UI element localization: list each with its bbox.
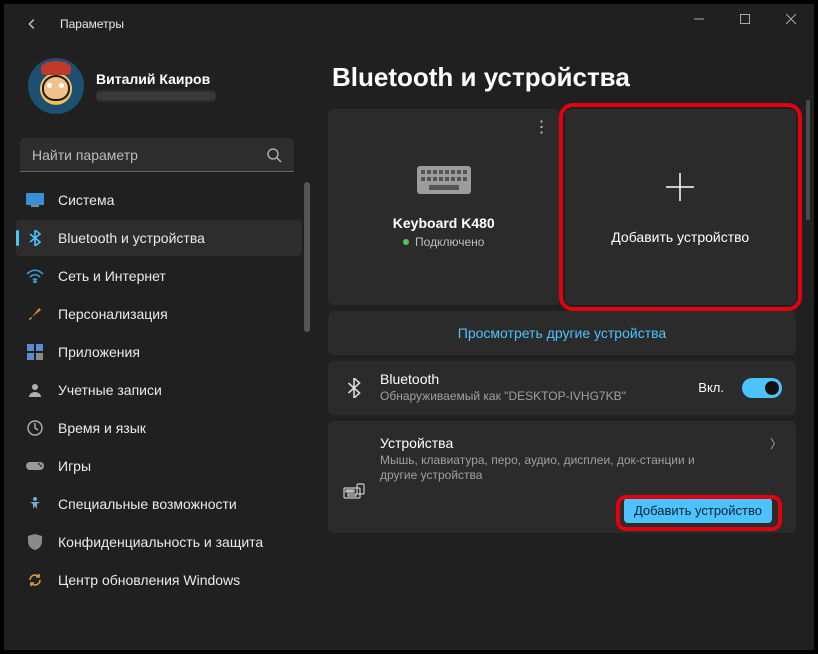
main-panel: Bluetooth и устройства ⋮ Keyboard K480 П…: [310, 44, 814, 650]
settings-window: Параметры Виталий Каиров: [0, 0, 818, 654]
bluetooth-toggle[interactable]: [742, 378, 782, 398]
tile-more-button[interactable]: ⋮: [534, 117, 550, 137]
avatar: [28, 58, 84, 114]
view-more-devices-link[interactable]: Просмотреть другие устройства: [328, 311, 796, 355]
display-icon: [26, 191, 44, 209]
shield-icon: [26, 533, 44, 551]
device-status: Подключено: [403, 235, 484, 249]
device-tile[interactable]: ⋮ Keyboard K480 Подключено: [328, 109, 560, 305]
sidebar-item-label: Персонализация: [58, 306, 168, 322]
search-input[interactable]: [32, 147, 266, 163]
chevron-right-icon: 〉: [770, 435, 782, 452]
arrow-left-icon: [25, 17, 39, 31]
search-icon: [266, 147, 282, 163]
status-dot-icon: [403, 239, 409, 245]
sidebar-item-accessibility[interactable]: Специальные возможности: [16, 486, 302, 522]
sidebar-item-time-language[interactable]: Время и язык: [16, 410, 302, 446]
page-title: Bluetooth и устройства: [332, 62, 796, 93]
sidebar-item-label: Специальные возможности: [58, 496, 237, 512]
titlebar: Параметры: [4, 4, 814, 44]
minimize-button[interactable]: [676, 4, 722, 34]
sidebar-item-windows-update[interactable]: Центр обновления Windows: [16, 562, 302, 598]
sidebar-item-gaming[interactable]: Игры: [16, 448, 302, 484]
profile[interactable]: Виталий Каиров: [4, 50, 310, 128]
clock-globe-icon: [26, 419, 44, 437]
profile-name: Виталий Каиров: [96, 71, 216, 87]
sidebar-item-apps[interactable]: Приложения: [16, 334, 302, 370]
add-device-tile[interactable]: Добавить устройство: [565, 109, 797, 305]
sidebar-item-label: Учетные записи: [58, 382, 162, 398]
sidebar-item-system[interactable]: Система: [16, 182, 302, 218]
device-name: Keyboard K480: [393, 215, 495, 231]
sidebar-item-label: Сеть и Интернет: [58, 268, 166, 284]
close-button[interactable]: [768, 4, 814, 34]
update-icon: [26, 571, 44, 589]
devices-icon: [342, 483, 366, 501]
sidebar-item-label: Время и язык: [58, 420, 146, 436]
add-device-button[interactable]: Добавить устройство: [624, 498, 772, 523]
plus-icon: [663, 170, 697, 207]
sidebar-item-label: Центр обновления Windows: [58, 572, 240, 588]
card-title: Устройства: [380, 435, 756, 451]
person-icon: [26, 381, 44, 399]
sidebar-item-bluetooth[interactable]: Bluetooth и устройства: [16, 220, 302, 256]
keyboard-icon: [417, 166, 471, 197]
add-device-label: Добавить устройство: [611, 229, 749, 245]
sidebar-item-personalization[interactable]: Персонализация: [16, 296, 302, 332]
main-scrollbar[interactable]: [806, 100, 810, 220]
toggle-status-label: Вкл.: [698, 380, 724, 395]
bluetooth-icon: [342, 378, 366, 398]
sidebar-item-label: Приложения: [58, 344, 140, 360]
back-button[interactable]: [18, 10, 46, 38]
accessibility-icon: [26, 495, 44, 513]
window-controls: [676, 4, 814, 34]
gamepad-icon: [26, 457, 44, 475]
search-box[interactable]: [20, 138, 294, 172]
annotation-highlight: [559, 103, 803, 311]
sidebar-item-label: Система: [58, 192, 114, 208]
wifi-icon: [26, 267, 44, 285]
sidebar-item-label: Игры: [58, 458, 91, 474]
window-title: Параметры: [60, 17, 124, 31]
sidebar-item-accounts[interactable]: Учетные записи: [16, 372, 302, 408]
card-title: Bluetooth: [380, 371, 684, 387]
brush-icon: [26, 305, 44, 323]
apps-icon: [26, 343, 44, 361]
card-subtitle: Обнаруживаемый как "DESKTOP-IVHG7KB": [380, 389, 684, 405]
sidebar-item-label: Bluetooth и устройства: [58, 230, 205, 246]
devices-card[interactable]: Устройства Мышь, клавиатура, перо, аудио…: [328, 421, 796, 533]
profile-email-redacted: [96, 91, 216, 101]
bluetooth-icon: [26, 229, 44, 247]
sidebar-item-privacy[interactable]: Конфиденциальность и защита: [16, 524, 302, 560]
sidebar-item-label: Конфиденциальность и защита: [58, 534, 263, 550]
sidebar: Виталий Каиров Система Bluetooth и устро: [4, 44, 310, 650]
bluetooth-card: Bluetooth Обнаруживаемый как "DESKTOP-IV…: [328, 361, 796, 415]
nav-list: Система Bluetooth и устройства Сеть и Ин…: [4, 182, 310, 598]
card-subtitle: Мышь, клавиатура, перо, аудио, дисплеи, …: [380, 453, 700, 484]
maximize-button[interactable]: [722, 4, 768, 34]
sidebar-item-network[interactable]: Сеть и Интернет: [16, 258, 302, 294]
